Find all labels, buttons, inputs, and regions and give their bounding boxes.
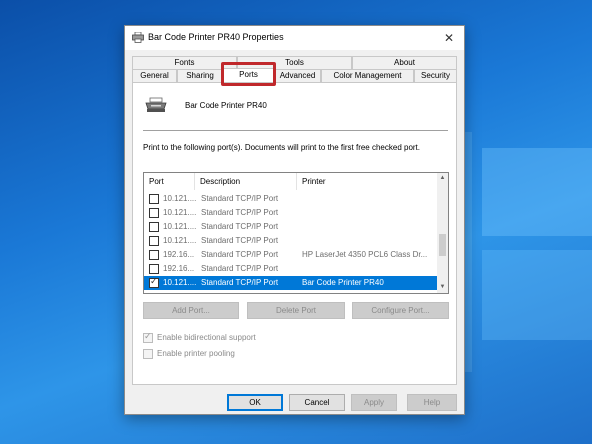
help-button[interactable]: Help xyxy=(407,394,457,411)
tab-label: Advanced xyxy=(279,71,316,80)
ports-list[interactable]: Port Description Printer 10.121.... Stand… xyxy=(143,172,449,294)
window-title: Bar Code Printer PR40 Properties xyxy=(148,32,284,42)
close-icon: ✕ xyxy=(443,31,455,45)
tab-label: Fonts xyxy=(174,58,195,67)
cancel-button[interactable]: Cancel xyxy=(289,394,345,411)
printer-icon xyxy=(145,97,167,112)
printer-name: Bar Code Printer PR40 xyxy=(185,101,267,110)
table-row[interactable]: 10.121.... Standard TCP/IP Port Bar Code P… xyxy=(144,276,438,290)
port-checkbox[interactable] xyxy=(149,276,159,288)
close-button[interactable]: ✕ xyxy=(434,26,464,50)
tab-label: General xyxy=(140,71,169,80)
title-bar[interactable]: Bar Code Printer PR40 Properties ✕ xyxy=(125,26,464,50)
chevron-down-icon[interactable]: ▼ xyxy=(437,282,448,293)
port-cell: 192.16... xyxy=(163,250,195,259)
port-cell: 10.121.... xyxy=(163,236,196,245)
table-row[interactable]: 10.121.... Standard TCP/IP Port xyxy=(144,220,438,234)
printer-icon xyxy=(132,32,144,43)
column-header-port[interactable]: Port xyxy=(144,173,195,190)
ports-description: Print to the following port(s). Document… xyxy=(143,143,421,152)
scrollbar[interactable]: ▲ ▼ xyxy=(437,173,448,293)
scrollbar-thumb[interactable] xyxy=(439,234,446,256)
tab-label: Security xyxy=(421,71,450,80)
table-row[interactable]: 10.121.... Standard TCP/IP Port xyxy=(144,234,438,248)
printer-cell: Bar Code Printer PR40 xyxy=(302,278,384,287)
checkbox-box[interactable] xyxy=(143,349,153,359)
port-checkbox[interactable] xyxy=(149,222,159,232)
ok-button[interactable]: OK xyxy=(227,394,283,411)
column-header-printer[interactable]: Printer xyxy=(297,173,438,190)
chevron-up-icon[interactable]: ▲ xyxy=(437,173,448,184)
apply-button[interactable]: Apply xyxy=(351,394,397,411)
checkbox-label: Enable printer pooling xyxy=(157,349,235,358)
description-cell: Standard TCP/IP Port xyxy=(201,250,279,259)
ports-tab-highlight xyxy=(221,62,276,86)
tab-label: Tools xyxy=(285,58,304,67)
table-row[interactable]: 10.121.... Standard TCP/IP Port xyxy=(144,206,438,220)
tab-label: Color Management xyxy=(333,71,402,80)
column-header-description[interactable]: Description xyxy=(195,173,297,190)
tab-label: Sharing xyxy=(186,71,214,80)
tab-sharing[interactable]: Sharing xyxy=(177,69,223,82)
divider xyxy=(143,130,448,131)
table-row[interactable]: 10.121.... Standard TCP/IP Port xyxy=(144,192,438,206)
port-checkbox[interactable] xyxy=(149,236,159,246)
description-cell: Standard TCP/IP Port xyxy=(201,236,279,245)
printer-cell: HP LaserJet 4350 PCL6 Class Dr... xyxy=(302,250,428,259)
tab-advanced[interactable]: Advanced xyxy=(274,69,321,82)
port-cell: 10.121.... xyxy=(163,208,196,217)
port-cell: 192.16... xyxy=(163,264,195,273)
port-cell: 10.121.... xyxy=(163,278,196,287)
port-checkbox[interactable] xyxy=(149,264,159,274)
tab-label: About xyxy=(394,58,415,67)
description-cell: Standard TCP/IP Port xyxy=(201,194,279,203)
description-cell: Standard TCP/IP Port xyxy=(201,222,279,231)
add-port-button[interactable]: Add Port... xyxy=(143,302,239,319)
description-cell: Standard TCP/IP Port xyxy=(201,278,279,287)
configure-port-button[interactable]: Configure Port... xyxy=(352,302,449,319)
checkbox-label: Enable bidirectional support xyxy=(157,333,256,342)
ports-list-header: Port Description Printer xyxy=(144,173,438,190)
delete-port-button[interactable]: Delete Port xyxy=(247,302,345,319)
port-checkbox[interactable] xyxy=(149,208,159,218)
printer-properties-dialog: Bar Code Printer PR40 Properties ✕ Fonts… xyxy=(124,25,465,415)
tab-about[interactable]: About xyxy=(352,56,457,69)
windows-logo-pane xyxy=(482,250,592,340)
checkbox-box[interactable] xyxy=(143,331,153,343)
ports-tab-panel: Bar Code Printer PR40 Print to the follo… xyxy=(132,82,457,385)
port-cell: 10.121.... xyxy=(163,222,196,231)
tab-security[interactable]: Security xyxy=(414,69,457,82)
port-cell: 10.121.... xyxy=(163,194,196,203)
port-checkbox[interactable] xyxy=(149,250,159,260)
table-row[interactable]: 192.16... Standard TCP/IP Port HP LaserJet… xyxy=(144,248,438,262)
table-row[interactable]: 192.16... Standard TCP/IP Port xyxy=(144,262,438,276)
windows-logo-pane xyxy=(482,148,592,236)
description-cell: Standard TCP/IP Port xyxy=(201,264,279,273)
description-cell: Standard TCP/IP Port xyxy=(201,208,279,217)
tab-color-management[interactable]: Color Management xyxy=(321,69,414,82)
tab-general[interactable]: General xyxy=(132,69,177,82)
port-checkbox[interactable] xyxy=(149,194,159,204)
